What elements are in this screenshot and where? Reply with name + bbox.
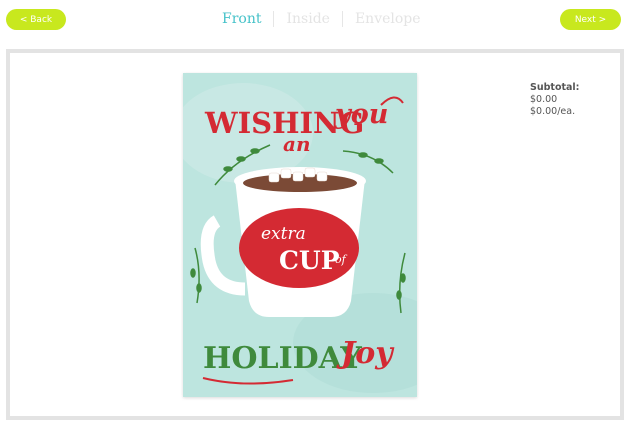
card-front-preview: WISHING you an extra CUP of HOLIDAY Joy: [183, 73, 417, 397]
subtotal-panel: Subtotal: $0.00 $0.00/ea.: [530, 82, 579, 118]
step-tabs: Front Inside Envelope: [222, 10, 433, 28]
tab-envelope[interactable]: Envelope: [343, 10, 433, 28]
back-button[interactable]: < Back: [6, 9, 66, 30]
tab-front[interactable]: Front: [222, 10, 273, 28]
card-line2-text: an: [283, 132, 311, 156]
card-line1-script: you: [334, 99, 388, 130]
subtotal-label: Subtotal:: [530, 82, 580, 93]
card-line3-text: HOLIDAY: [203, 341, 362, 376]
cup-text-cup: CUP: [279, 246, 340, 275]
card-artwork: WISHING you an extra CUP of HOLIDAY Joy: [183, 73, 417, 397]
tab-inside[interactable]: Inside: [274, 10, 341, 28]
card-line3-script: Joy: [336, 336, 395, 371]
cup-text-extra: extra: [261, 224, 306, 244]
subtotal-value: $0.00: [530, 94, 558, 105]
next-button[interactable]: Next >: [560, 9, 621, 30]
price-per-each: $0.00/ea.: [530, 106, 576, 117]
